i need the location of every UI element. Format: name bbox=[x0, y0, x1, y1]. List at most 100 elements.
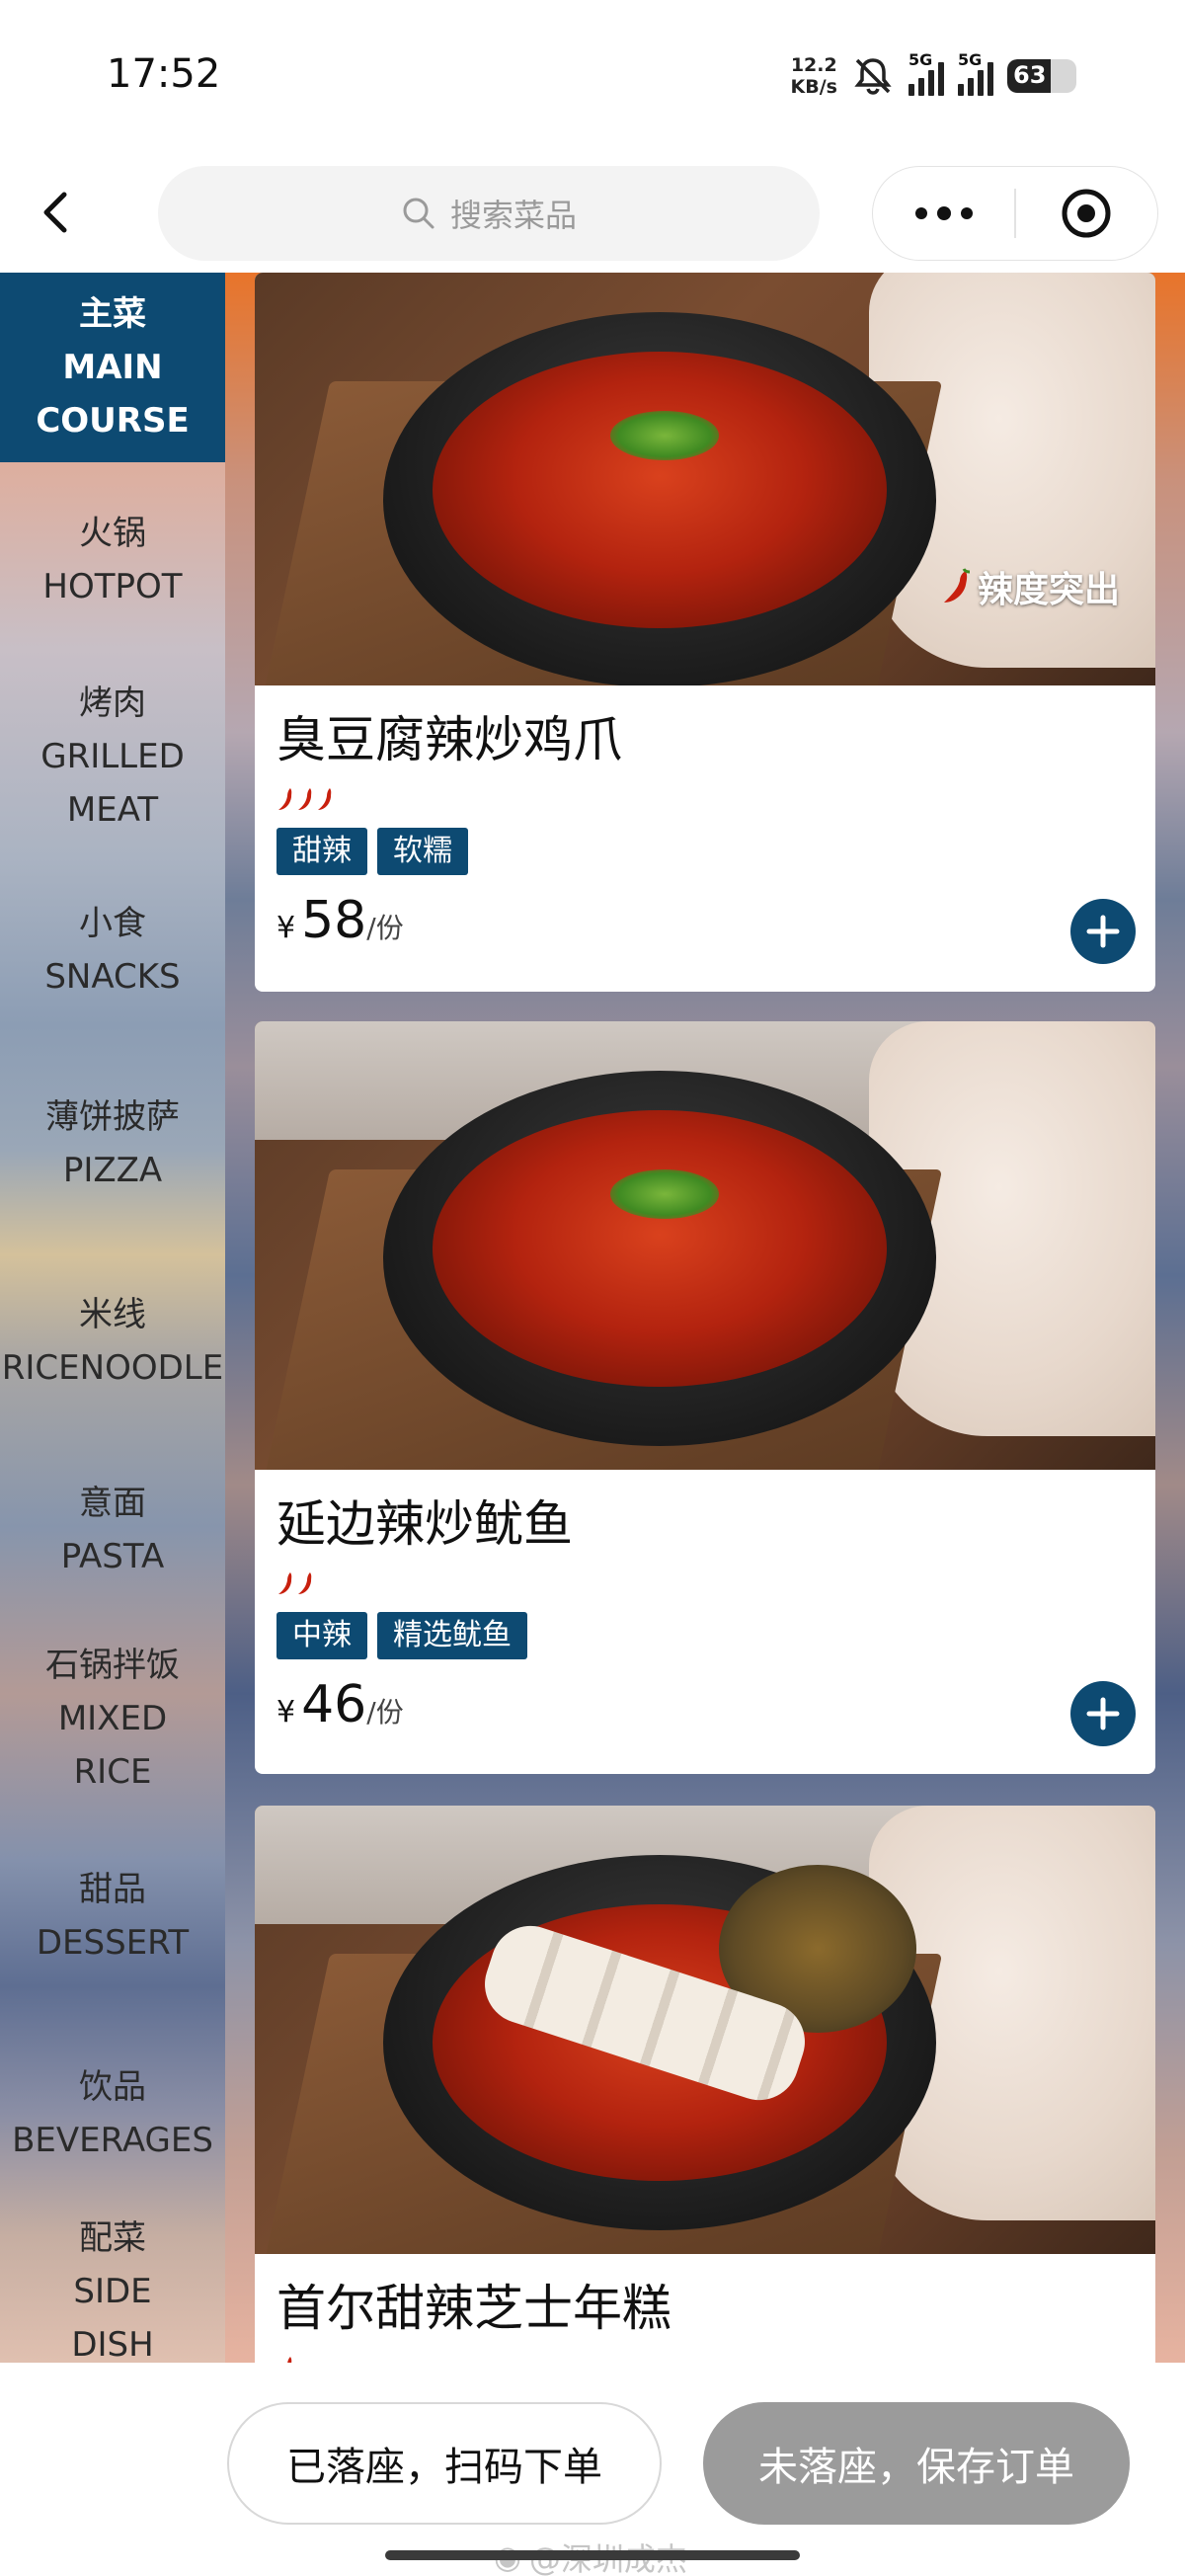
sidebar-item-en-label: HOTPOT bbox=[42, 567, 183, 606]
sidebar-item-en-label: RICE bbox=[73, 1752, 152, 1792]
sidebar-item-category[interactable]: 饮品 BEVERAGES bbox=[0, 2015, 225, 2213]
dish-image bbox=[255, 1021, 1155, 1470]
sidebar-item-cn-label: 小食 bbox=[79, 904, 146, 943]
dish-card[interactable]: 首尔甜辣芝士年糕 bbox=[255, 1806, 1155, 2363]
dish-tags: 中辣 精选鱿鱼 bbox=[276, 1612, 1136, 1659]
sidebar-item-en-label: MAIN bbox=[62, 348, 163, 387]
plus-icon bbox=[1086, 1697, 1120, 1731]
home-indicator[interactable] bbox=[385, 2550, 800, 2560]
network-speed-unit: KB/s bbox=[790, 76, 837, 98]
dish-image bbox=[255, 1806, 1155, 2254]
sim1-label: 5G bbox=[908, 50, 933, 69]
price-unit: /份 bbox=[366, 912, 404, 944]
dish-image: 辣度突出 bbox=[255, 273, 1155, 685]
dish-tag: 精选鱿鱼 bbox=[377, 1612, 527, 1659]
sidebar-item-cn-label: 主菜 bbox=[79, 294, 146, 334]
sidebar-item-cn-label: 烤肉 bbox=[79, 684, 146, 723]
sidebar-item-cn-label: 米线 bbox=[79, 1295, 146, 1334]
dish-card[interactable]: 延边辣炒鱿鱼 中辣 精选鱿鱼 ¥ 46 /份 bbox=[255, 1021, 1155, 1774]
sidebar-item-en-label: BEVERAGES bbox=[12, 2121, 213, 2160]
sidebar-item-cn-label: 甜品 bbox=[79, 1870, 146, 1909]
spicy-badge: 辣度突出 bbox=[940, 561, 1120, 612]
chili-icon bbox=[943, 568, 971, 603]
sidebar-item-category[interactable]: 意面 PASTA bbox=[0, 1440, 225, 1620]
status-icons: 12.2 KB/s 5G 5G 63 bbox=[791, 50, 1076, 101]
sidebar-item-cn-label: 饮品 bbox=[79, 2067, 146, 2107]
sidebar-item-en-label: SNACKS bbox=[44, 957, 181, 997]
sidebar-item-category[interactable]: 烤肉 GRILLED MEAT bbox=[0, 658, 225, 855]
chili-icon bbox=[287, 2357, 292, 2363]
dish-tag: 软糯 bbox=[377, 828, 468, 875]
price-unit: /份 bbox=[366, 1696, 404, 1729]
dish-tag: 甜辣 bbox=[276, 828, 367, 875]
sidebar-item-cn-label: 配菜 bbox=[79, 2218, 146, 2258]
sidebar-item-category[interactable]: 主菜 MAIN COURSE bbox=[0, 273, 225, 462]
mute-bell-icon bbox=[851, 56, 895, 96]
sidebar-item-category[interactable]: 米线 RICENOODLE bbox=[0, 1243, 225, 1440]
sidebar-item-en-label: MEAT bbox=[66, 790, 159, 830]
chili-icon bbox=[298, 788, 312, 810]
search-input[interactable]: 搜索菜品 bbox=[158, 166, 820, 261]
dish-name: 臭豆腐辣炒鸡爪 bbox=[276, 711, 622, 768]
more-dots-icon bbox=[914, 207, 927, 219]
sidebar-item-en-label: PIZZA bbox=[62, 1151, 163, 1190]
battery-icon: 63 bbox=[1007, 59, 1076, 93]
network-speed-value: 12.2 bbox=[790, 54, 837, 76]
sidebar-item-cn-label: 石锅拌饭 bbox=[45, 1646, 180, 1685]
status-time: 17:52 bbox=[107, 51, 221, 97]
sidebar-item-category[interactable]: 甜品 DESSERT bbox=[0, 1817, 225, 2015]
sim2-label: 5G bbox=[958, 50, 983, 69]
save-order-button[interactable]: 未落座，保存订单 bbox=[703, 2402, 1130, 2525]
price-currency: ¥ bbox=[276, 1695, 296, 1730]
dish-tag: 中辣 bbox=[276, 1612, 367, 1659]
sidebar-item-category[interactable]: 薄饼披萨 PIZZA bbox=[0, 1045, 225, 1243]
sidebar-item-cn-label: 火锅 bbox=[79, 514, 146, 553]
sidebar-item-en-label: SIDE bbox=[73, 2272, 152, 2311]
chili-icon bbox=[278, 1572, 292, 1594]
sidebar-item-en-label: GRILLED bbox=[40, 737, 185, 776]
chili-icon bbox=[278, 788, 292, 810]
sidebar-item-en-label: COURSE bbox=[36, 401, 190, 441]
dish-name: 延边辣炒鱿鱼 bbox=[276, 1495, 573, 1553]
search-icon bbox=[403, 198, 434, 229]
add-to-cart-button[interactable] bbox=[1070, 899, 1136, 964]
seated-scan-order-button[interactable]: 已落座，扫码下单 bbox=[227, 2402, 662, 2525]
network-speed: 12.2 KB/s bbox=[791, 54, 837, 98]
add-to-cart-button[interactable] bbox=[1070, 1681, 1136, 1746]
sidebar-item-category[interactable]: 石锅拌饭 MIXED RICE bbox=[0, 1620, 225, 1817]
category-sidebar: 主菜 MAIN COURSE 火锅 HOTPOT 烤肉 GRILLED MEAT 小食 SNACK… bbox=[0, 273, 225, 2363]
sidebar-item-en-label: RICENOODLE bbox=[1, 1348, 224, 1388]
dish-name: 首尔甜辣芝士年糕 bbox=[276, 2280, 672, 2337]
dish-price: ¥ 46 /份 bbox=[276, 1675, 1136, 1734]
battery-level: 63 bbox=[1013, 61, 1047, 89]
spice-level bbox=[276, 2353, 1136, 2363]
sidebar-item-category[interactable]: 配菜 SIDE DISH bbox=[0, 2213, 225, 2363]
sidebar-item-en-label: MIXED bbox=[57, 1699, 168, 1738]
sidebar-item-cn-label: 薄饼披萨 bbox=[45, 1097, 180, 1137]
price-currency: ¥ bbox=[276, 911, 296, 945]
bottom-action-bar: 已落座，扫码下单 未落座，保存订单 ◉ @深圳成杰 bbox=[0, 2363, 1185, 2576]
sidebar-item-en-label: PASTA bbox=[60, 1537, 165, 1576]
target-circle-icon bbox=[1062, 189, 1111, 238]
sidebar-item-category[interactable]: 小食 SNACKS bbox=[0, 855, 225, 1045]
chili-icon bbox=[318, 788, 332, 810]
mini-program-capsule bbox=[872, 166, 1158, 261]
sidebar-item-en-label: DISH bbox=[71, 2325, 154, 2363]
spice-level bbox=[276, 1569, 1136, 1598]
spice-level bbox=[276, 784, 1136, 814]
dish-price: ¥ 58 /份 bbox=[276, 891, 1136, 950]
close-mini-program-button[interactable] bbox=[1016, 167, 1157, 260]
sidebar-item-en-label: DESSERT bbox=[36, 1923, 190, 1963]
price-amount: 58 bbox=[301, 891, 367, 950]
dish-card[interactable]: 辣度突出 臭豆腐辣炒鸡爪 甜辣 软糯 ¥ 58 /份 bbox=[255, 273, 1155, 992]
back-button[interactable] bbox=[36, 188, 75, 237]
chili-icon bbox=[298, 1572, 312, 1594]
status-bar: 17:52 12.2 KB/s 5G 5G 63 bbox=[0, 0, 1185, 158]
signal-sim2-icon: 5G bbox=[958, 50, 993, 96]
plus-icon bbox=[1086, 915, 1120, 948]
search-placeholder: 搜索菜品 bbox=[449, 197, 577, 234]
chevron-left-icon bbox=[43, 192, 67, 233]
more-button[interactable] bbox=[873, 167, 1014, 260]
sidebar-item-category[interactable]: 火锅 HOTPOT bbox=[0, 462, 225, 658]
dish-tags: 甜辣 软糯 bbox=[276, 828, 1136, 875]
